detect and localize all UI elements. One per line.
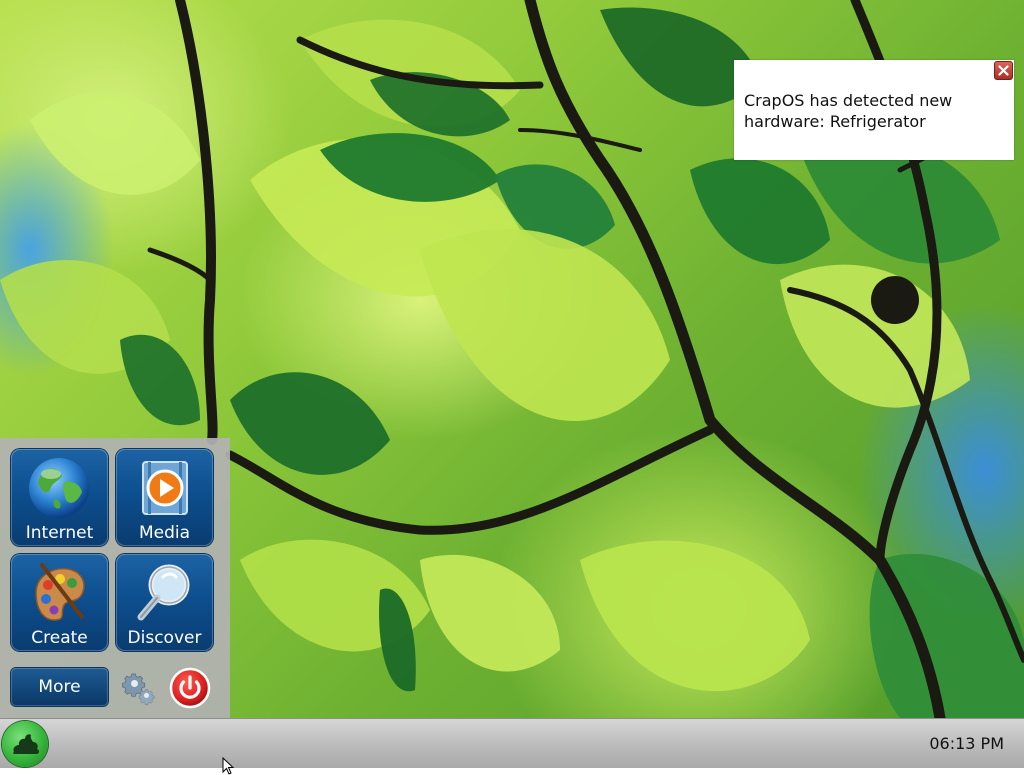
notification-close-button[interactable]: [994, 61, 1013, 80]
clock[interactable]: 06:13 PM: [929, 719, 1004, 769]
mouse-cursor-icon: [222, 757, 234, 775]
discover-tile[interactable]: Discover: [116, 554, 213, 651]
power-button[interactable]: [169, 667, 211, 709]
settings-button[interactable]: [120, 669, 158, 707]
internet-tile-label: Internet: [25, 523, 94, 543]
internet-tile[interactable]: Internet: [11, 449, 108, 546]
globe-icon: [29, 458, 89, 518]
notification-message: CrapOS has detected new hardware: Refrig…: [744, 91, 953, 131]
gear-icon: [122, 673, 155, 705]
close-icon: [998, 65, 1009, 76]
start-button[interactable]: [2, 721, 48, 767]
media-tile[interactable]: Media: [116, 449, 213, 546]
hardware-notification: CrapOS has detected new hardware: Refrig…: [734, 60, 1014, 160]
taskbar: 06:13 PM: [0, 718, 1024, 768]
media-play-icon: [142, 461, 188, 515]
magnifier-icon: [137, 564, 190, 621]
create-tile-label: Create: [31, 628, 88, 648]
power-icon: [169, 667, 211, 709]
start-menu: Internet Media Create Discover More: [0, 438, 230, 718]
more-button[interactable]: More: [11, 668, 108, 706]
create-tile[interactable]: Create: [11, 554, 108, 651]
discover-tile-label: Discover: [127, 628, 202, 648]
paint-palette-icon: [35, 563, 86, 623]
media-tile-label: Media: [138, 523, 191, 543]
poop-icon: [12, 734, 40, 754]
